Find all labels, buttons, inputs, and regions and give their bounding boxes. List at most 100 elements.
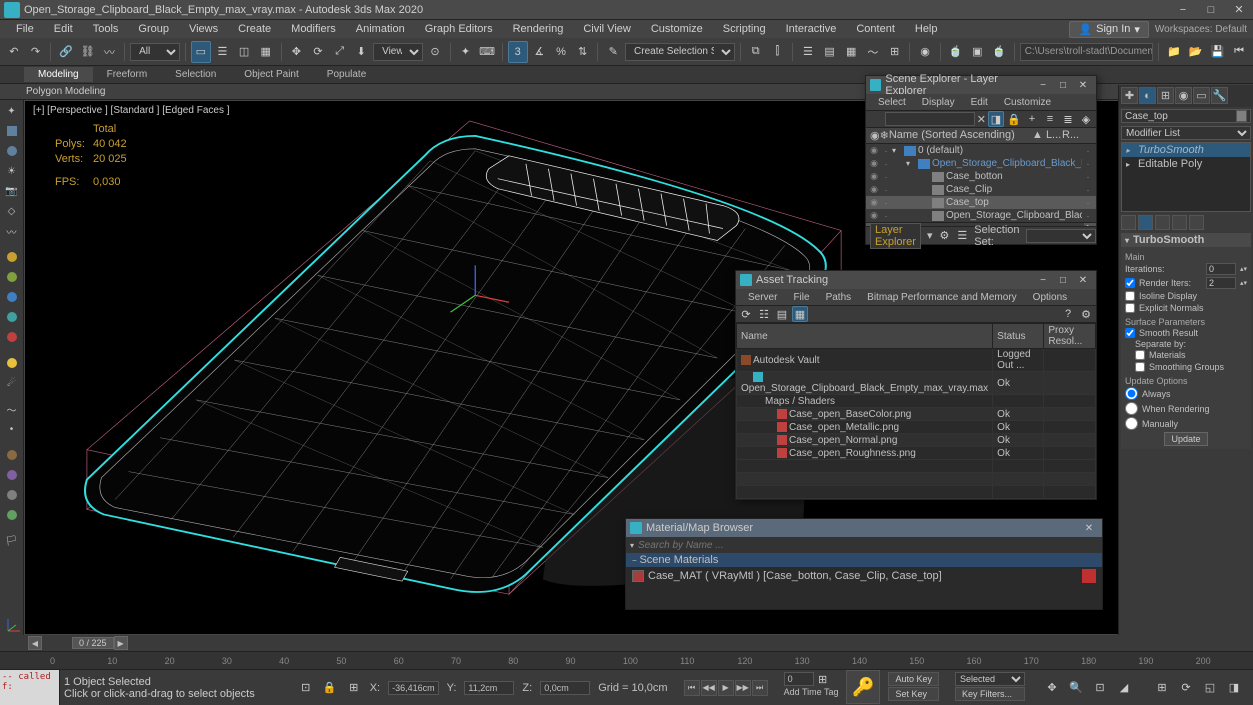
panel-close-button[interactable]: ✕ [1074,273,1092,287]
maxscript-log[interactable]: -- called f: [0,670,60,705]
eye-toggle-icon[interactable]: ◉ [868,210,880,221]
add-time-tag-button[interactable]: Add Time Tag [784,687,839,697]
time-slider-thumb[interactable]: 0 / 225 [72,637,114,649]
render-toggle-icon[interactable]: · [1082,146,1094,156]
at-refresh-button[interactable]: ⟳ [738,306,754,322]
menu-views[interactable]: Views [179,21,228,37]
x-input[interactable]: -36,416cm [388,681,439,695]
freeze-toggle-icon[interactable]: · [880,185,892,195]
nav-zoom-all-button[interactable]: ⊞ [1151,677,1173,699]
at-col-proxy[interactable]: Proxy Resol... [1044,324,1096,349]
tree-row[interactable]: ◉·Open_Storage_Clipboard_Black_Empty· [866,209,1096,222]
render-toggle-icon[interactable]: · [1082,198,1094,208]
table-row[interactable]: Maps / Shaders [737,395,1096,408]
table-row[interactable]: Case_open_Normal.pngOk [737,434,1096,447]
nav-pan-button[interactable]: ✥ [1041,677,1063,699]
explicit-normals-checkbox[interactable] [1125,303,1135,313]
modifier-stack[interactable]: ▸TurboSmooth ▸Editable Poly [1121,142,1251,212]
maximize-button[interactable]: □ [1197,0,1225,20]
next-frame-button[interactable]: ▶▶ [735,680,751,696]
object-name-field[interactable] [1121,109,1251,123]
move-button[interactable]: ✥ [286,41,306,63]
render-toggle-icon[interactable]: · [1082,159,1094,169]
link-button[interactable]: 🔗 [56,41,76,63]
target-light-icon[interactable]: ☄ [3,374,21,392]
nav-zoom-extents-button[interactable]: ⊡ [1089,677,1111,699]
asset-tracking-panel[interactable]: Asset Tracking − □ ✕ Server File Paths B… [735,270,1097,500]
autoback-button[interactable]: ⏮ [1229,41,1249,63]
se-col-lock[interactable]: ▲ L... [1032,129,1062,142]
rendered-frame-button[interactable]: ▣ [967,41,987,63]
box-primitive-icon[interactable] [3,122,21,140]
grey-sphere-icon[interactable] [3,486,21,504]
time-track[interactable]: 0102030405060708090100110120130140150160… [0,651,1253,669]
purple-sphere-icon[interactable] [3,466,21,484]
menu-animation[interactable]: Animation [346,21,415,37]
brown-cone-icon[interactable] [3,446,21,464]
object-name-input[interactable] [1125,111,1234,122]
tree-row[interactable]: ◉·Case_botton· [866,170,1096,183]
freeze-column-icon[interactable]: ❄ [880,129,889,142]
redo-button[interactable]: ↷ [26,41,46,63]
freeze-toggle-icon[interactable]: · [880,146,892,156]
at-menu-server[interactable]: Server [740,291,785,304]
freeze-toggle-icon[interactable]: · [880,159,892,169]
asset-tracking-table[interactable]: Name Status Proxy Resol... Autodesk Vaul… [736,323,1096,499]
material-search-input[interactable] [638,540,1098,551]
table-row[interactable]: Case_open_Metallic.pngOk [737,421,1096,434]
se-new-layer-button[interactable]: + [1024,111,1040,127]
render-setup-button[interactable]: 🍵 [946,41,966,63]
flag-icon[interactable]: 🏳 [3,532,21,550]
red-sphere-icon[interactable] [3,328,21,346]
tab-display[interactable]: ▭ [1193,87,1210,104]
menu-create[interactable]: Create [228,21,281,37]
se-col-render[interactable]: R... [1062,129,1092,142]
schematic-view-button[interactable]: ⊞ [885,41,905,63]
tree-row[interactable]: ◉·Case_Clip· [866,183,1096,196]
time-config-button[interactable]: ⊞ [816,672,830,686]
freeze-toggle-icon[interactable]: · [880,198,892,208]
tree-row[interactable]: ◉·▾Open_Storage_Clipboard_Black_Empty· [866,157,1096,170]
freeze-toggle-icon[interactable]: · [880,211,892,221]
render-toggle-icon[interactable]: · [1082,185,1094,195]
ribbon-group-label[interactable]: Polygon Modeling [26,86,106,97]
at-col-status[interactable]: Status [993,324,1044,349]
expand-icon[interactable]: ▾ [892,146,902,155]
rotate-button[interactable]: ⟳ [308,41,328,63]
tab-modify[interactable]: ◐ [1139,87,1156,104]
panel-maximize-button[interactable]: □ [1054,273,1072,287]
set-key-button[interactable]: Set Key [888,687,939,701]
eye-toggle-icon[interactable]: ◉ [868,171,880,182]
toggle-scene-explorer-button[interactable]: ☰ [798,41,818,63]
se-footer-tab[interactable]: Layer Explorer [870,223,921,249]
nav-fov-button[interactable]: ◢ [1113,677,1135,699]
modifier-list-dropdown[interactable]: Modifier List [1121,126,1251,140]
sphere-primitive-icon[interactable] [3,142,21,160]
remove-modifier-button[interactable] [1172,215,1187,230]
align-button[interactable]: ⫿ [768,41,788,63]
ribbon-tab-freeform[interactable]: Freeform [93,67,162,82]
menu-content[interactable]: Content [846,21,905,37]
bind-spacewarp-button[interactable]: 〰 [100,41,120,63]
options-menu-icon[interactable]: ▾ [630,541,634,550]
select-region-button[interactable]: ◫ [234,41,254,63]
ribbon-tab-object-paint[interactable]: Object Paint [230,67,312,82]
auto-key-button[interactable]: Auto Key [888,672,939,686]
se-menu-select[interactable]: Select [870,96,914,109]
menu-help[interactable]: Help [905,21,948,37]
manipulate-button[interactable]: ✦ [456,41,476,63]
y-input[interactable]: 11,2cm [464,681,514,695]
se-menu-display[interactable]: Display [914,96,963,109]
table-row[interactable]: Open_Storage_Clipboard_Black_Empty_max_v… [737,372,1096,395]
freeze-toggle-icon[interactable]: · [880,172,892,182]
se-selection-set-dropdown[interactable] [1026,229,1096,243]
spinner-arrows-icon[interactable]: ▴▾ [1240,265,1247,273]
se-config2-button[interactable]: ☰ [956,229,968,243]
ribbon-tab-modeling[interactable]: Modeling [24,67,93,82]
point-helper-icon[interactable]: • [3,420,21,438]
panel-minimize-button[interactable]: − [1034,273,1052,287]
make-unique-button[interactable] [1155,215,1170,230]
toggle-ribbon-button[interactable]: ▦ [841,41,861,63]
placement-button[interactable]: ⬇ [351,41,371,63]
absolute-mode-icon[interactable]: ⊞ [346,680,362,696]
